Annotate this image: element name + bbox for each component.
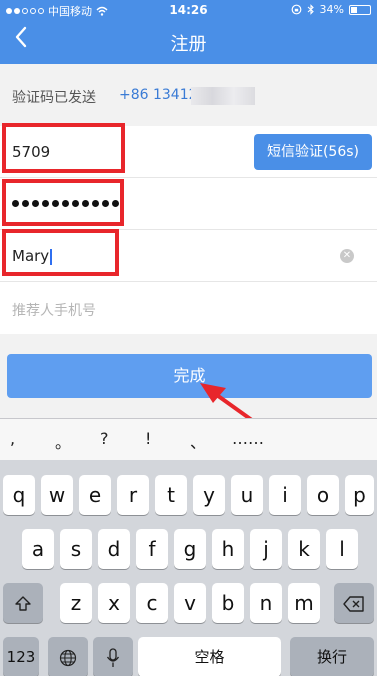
key-s[interactable]: s <box>60 529 92 569</box>
referrer-phone-input[interactable]: 推荐人手机号 <box>12 300 96 320</box>
punct-key[interactable]: , <box>10 429 15 448</box>
shift-icon <box>15 595 31 611</box>
phone-mask <box>191 87 255 105</box>
key-k[interactable]: k <box>288 529 320 569</box>
referrer-row: 推荐人手机号 <box>0 282 377 334</box>
key-q[interactable]: q <box>3 475 35 515</box>
numbers-key[interactable]: 123 <box>3 637 39 676</box>
bluetooth-icon <box>307 4 314 15</box>
key-t[interactable]: t <box>155 475 187 515</box>
punctuation-bar: , 。 ? ! 、 …… <box>0 418 377 460</box>
highlight-box-password <box>2 179 124 226</box>
code-sent-row: 验证码已发送 +86 13412 <box>0 64 377 126</box>
punct-key[interactable]: ? <box>100 429 109 448</box>
phone-number: +86 13412 <box>119 87 198 103</box>
key-z[interactable]: z <box>60 583 92 623</box>
key-u[interactable]: u <box>231 475 263 515</box>
delete-key[interactable] <box>334 583 374 623</box>
punct-key[interactable]: 。 <box>55 429 71 453</box>
page-title: 注册 <box>170 34 207 55</box>
key-p[interactable]: p <box>345 475 374 515</box>
highlight-box-code <box>2 123 125 173</box>
code-sent-label: 验证码已发送 <box>12 90 96 106</box>
punct-key[interactable]: …… <box>232 429 264 448</box>
space-key[interactable]: 空格 <box>138 637 281 676</box>
key-v[interactable]: v <box>174 583 206 623</box>
key-f[interactable]: f <box>136 529 168 569</box>
key-l[interactable]: l <box>326 529 358 569</box>
key-h[interactable]: h <box>212 529 244 569</box>
battery-icon <box>349 4 371 15</box>
return-key[interactable]: 换行 <box>290 637 374 676</box>
key-j[interactable]: j <box>250 529 282 569</box>
key-g[interactable]: g <box>174 529 206 569</box>
delete-icon <box>343 595 364 612</box>
key-r[interactable]: r <box>117 475 149 515</box>
key-y[interactable]: y <box>193 475 225 515</box>
key-x[interactable]: x <box>98 583 130 623</box>
done-button[interactable]: 完成 <box>7 354 372 398</box>
key-e[interactable]: e <box>79 475 111 515</box>
mic-key[interactable] <box>93 637 133 676</box>
punct-key[interactable]: ! <box>145 429 151 448</box>
punct-key[interactable]: 、 <box>190 429 206 453</box>
status-bar: 中国移动 14:26 34% <box>0 0 377 20</box>
battery-percent: 34% <box>319 3 344 16</box>
key-c[interactable]: c <box>136 583 168 623</box>
key-b[interactable]: b <box>212 583 244 623</box>
key-o[interactable]: o <box>307 475 339 515</box>
globe-icon <box>59 649 77 666</box>
header: 中国移动 14:26 34% 注册 <box>0 0 377 64</box>
keyboard: , 。 ? ! 、 …… q w e r t y u i o p a s d f… <box>0 418 377 676</box>
globe-key[interactable] <box>48 637 88 676</box>
microphone-icon <box>106 647 120 667</box>
key-n[interactable]: n <box>250 583 282 623</box>
key-a[interactable]: a <box>22 529 54 569</box>
orientation-lock-icon <box>291 4 301 15</box>
key-m[interactable]: m <box>288 583 320 623</box>
shift-key[interactable] <box>3 583 43 623</box>
clear-icon[interactable]: ✕ <box>340 249 354 263</box>
key-w[interactable]: w <box>41 475 73 515</box>
sms-verify-button[interactable]: 短信验证(56s) <box>254 134 372 170</box>
key-i[interactable]: i <box>269 475 301 515</box>
highlight-box-name <box>2 229 119 276</box>
key-d[interactable]: d <box>98 529 130 569</box>
